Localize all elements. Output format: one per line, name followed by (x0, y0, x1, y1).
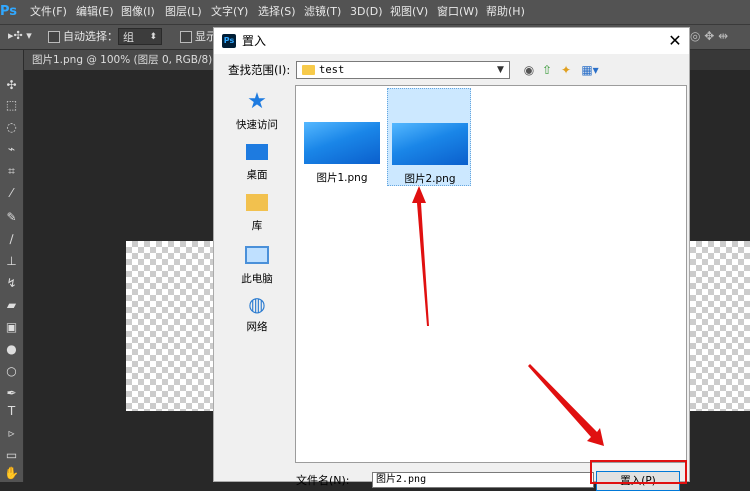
place-quick-access-label: 快速访问 (236, 119, 278, 131)
dropdown-arrow-icon: ⬍ (149, 32, 157, 42)
annotation-highlight-box (590, 460, 687, 484)
look-in-value: test (319, 64, 345, 76)
place-network[interactable]: ◍ 网络 (222, 293, 292, 334)
brush-tool-icon[interactable]: ∕ (0, 230, 23, 248)
menu-view[interactable]: 视图(V) (390, 0, 428, 24)
document-tab[interactable]: 图片1.png @ 100% (图层 0, RGB/8) * × (24, 50, 214, 70)
pen-tool-icon[interactable]: ✒ (0, 384, 23, 402)
menu-image[interactable]: 图像(I) (121, 0, 155, 24)
tools-panel: ✣ ⬚ ◌ ⌁ ⌗ ⁄ ✎ ∕ ⊥ ↯ ▰ ▣ ● ○ ✒ T ▹ ▭ ✋ (0, 50, 24, 482)
desktop-icon (246, 144, 268, 160)
back-icon[interactable]: ◉ (521, 61, 537, 79)
auto-select-label: 自动选择： (63, 30, 118, 43)
show-transform-checkbox[interactable] (180, 31, 192, 43)
place-network-label: 网络 (246, 321, 268, 333)
filename-input[interactable]: 图片2.png (372, 472, 594, 488)
eraser-tool-icon[interactable]: ▰ (0, 296, 23, 314)
menu-bar: Ps 文件(F) 编辑(E) 图像(I) 图层(L) 文字(Y) 选择(S) 滤… (0, 0, 750, 25)
photoshop-app-icon: Ps (222, 34, 236, 48)
eyedropper-tool-icon[interactable]: ⁄ (0, 184, 23, 202)
star-icon: ★ (247, 89, 267, 114)
type-tool-icon[interactable]: T (0, 402, 23, 420)
chevron-down-icon: ▼ (497, 65, 504, 75)
view-menu-icon[interactable]: ▦▾ (578, 61, 602, 79)
look-in-dropdown[interactable]: test ▼ (296, 61, 510, 79)
file-list[interactable]: 图片1.png 图片2.png (295, 85, 687, 463)
place-this-pc[interactable]: 此电脑 (222, 243, 292, 286)
canvas-right-part[interactable] (690, 241, 750, 411)
place-library[interactable]: 库 (222, 191, 292, 233)
dialog-title-bar[interactable]: Ps 置入 ✕ (214, 28, 689, 54)
menu-select[interactable]: 选择(S) (258, 0, 296, 24)
file-name: 图片2.png (404, 173, 456, 185)
move-tool-icon[interactable]: ▸✣ ▾ (8, 29, 32, 42)
canvas-left-part[interactable] (126, 241, 214, 411)
menu-filter[interactable]: 滤镜(T) (304, 0, 341, 24)
move-tool-icon[interactable]: ✣ (0, 76, 23, 94)
place-desktop-label: 桌面 (246, 169, 268, 181)
file-name: 图片1.png (316, 172, 368, 184)
look-in-label: 查找范围(I): (228, 63, 291, 77)
menu-3d[interactable]: 3D(D) (350, 0, 383, 24)
file-item-selected[interactable]: 图片2.png (387, 88, 471, 186)
places-sidebar: ★ 快速访问 桌面 库 此电脑 ◍ 网络 (222, 85, 292, 480)
quick-select-tool-icon[interactable]: ⌁ (0, 140, 23, 158)
stamp-tool-icon[interactable]: ⊥ (0, 252, 23, 270)
menu-edit[interactable]: 编辑(E) (76, 0, 114, 24)
rectangle-tool-icon[interactable]: ▭ (0, 446, 23, 464)
healing-brush-tool-icon[interactable]: ✎ (0, 208, 23, 226)
photoshop-logo: Ps (0, 4, 18, 19)
hand-tool-icon[interactable]: ✋ (0, 464, 23, 482)
dialog-title: 置入 (242, 34, 267, 48)
auto-select-dropdown[interactable]: 组 ⬍ (118, 28, 162, 45)
menu-type[interactable]: 文字(Y) (211, 0, 248, 24)
gradient-tool-icon[interactable]: ▣ (0, 318, 23, 336)
menu-file[interactable]: 文件(F) (30, 0, 67, 24)
file-item[interactable]: 图片1.png (300, 88, 384, 186)
document-tab-title: 图片1.png @ 100% (图层 0, RGB/8) * (32, 54, 214, 66)
network-icon: ◍ (248, 292, 266, 316)
folder-icon (302, 65, 315, 75)
library-icon (246, 194, 268, 211)
place-quick-access[interactable]: ★ 快速访问 (222, 91, 292, 132)
dialog-close-button[interactable]: ✕ (664, 30, 686, 52)
menu-window[interactable]: 窗口(W) (437, 0, 478, 24)
lasso-tool-icon[interactable]: ◌ (0, 118, 23, 136)
up-folder-icon[interactable]: ⇧ (539, 61, 555, 79)
path-select-tool-icon[interactable]: ▹ (0, 424, 23, 442)
image-thumbnail (304, 122, 380, 164)
history-brush-tool-icon[interactable]: ↯ (0, 274, 23, 292)
dodge-tool-icon[interactable]: ○ (0, 362, 23, 380)
place-dialog: Ps 置入 ✕ 查找范围(I): test ▼ ◉ ⇧ ✦ ▦▾ ★ 快速访问 … (213, 27, 690, 491)
menu-help[interactable]: 帮助(H) (486, 0, 525, 24)
blur-tool-icon[interactable]: ● (0, 340, 23, 358)
new-folder-icon[interactable]: ✦ (558, 61, 574, 79)
image-thumbnail (392, 123, 468, 165)
crop-tool-icon[interactable]: ⌗ (0, 162, 23, 180)
3d-mode-icon[interactable]: ◎ ✥ ⇹ (690, 29, 728, 43)
place-this-pc-label: 此电脑 (241, 273, 273, 285)
computer-icon (245, 246, 269, 264)
menu-layer[interactable]: 图层(L) (165, 0, 202, 24)
marquee-tool-icon[interactable]: ⬚ (0, 96, 23, 114)
place-desktop[interactable]: 桌面 (222, 141, 292, 182)
filename-label: 文件名(N): (296, 474, 350, 487)
auto-select-checkbox[interactable] (48, 31, 60, 43)
auto-select-value: 组 (123, 31, 134, 44)
place-library-label: 库 (251, 220, 263, 232)
